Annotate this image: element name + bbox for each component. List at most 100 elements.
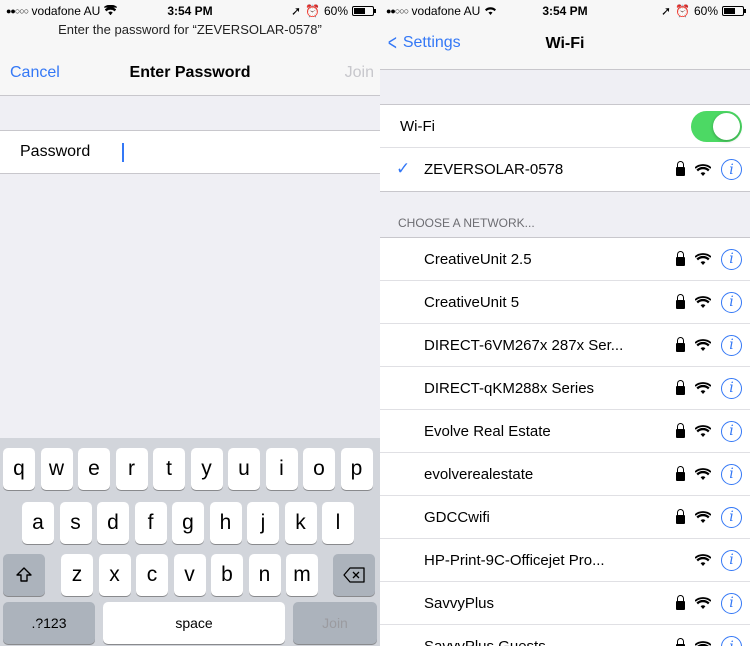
battery-fill [724, 8, 735, 14]
key-f[interactable]: f [134, 502, 167, 544]
key-q[interactable]: q [3, 448, 35, 490]
key-c[interactable]: c [136, 554, 168, 596]
keyboard-row-4: .?123 space Join [0, 602, 380, 644]
battery-percent: 60% [323, 4, 348, 18]
key-n[interactable]: n [248, 554, 281, 596]
info-icon[interactable]: i [721, 159, 742, 180]
key-g[interactable]: g [172, 502, 204, 544]
keyboard-row-1: qwertyuiop [0, 448, 380, 490]
key-l[interactable]: l [322, 502, 354, 544]
key-t[interactable]: t [153, 448, 185, 490]
network-name: GDCCwifi [424, 508, 490, 526]
key-m[interactable]: m [286, 554, 318, 596]
wifi-icon [484, 4, 497, 18]
battery-percent: 60% [693, 4, 718, 18]
carrier-name: vodafone AU [31, 4, 101, 18]
wifi-navbar: < Settings Wi-Fi [380, 22, 750, 70]
info-icon[interactable]: i [721, 291, 742, 313]
wifi-toggle[interactable] [691, 110, 742, 142]
wifi-icon [695, 425, 711, 437]
key-d[interactable]: d [97, 502, 129, 544]
info-icon[interactable]: i [721, 334, 742, 356]
wifi-icon [695, 296, 711, 308]
network-row[interactable]: evolverealestate i [380, 453, 750, 496]
info-icon[interactable]: i [721, 377, 742, 399]
key-x[interactable]: x [98, 554, 131, 596]
key-p[interactable]: p [340, 448, 373, 490]
page-title: Enter Password [129, 64, 251, 81]
network-row[interactable]: GDCCwifi i [380, 496, 750, 539]
info-icon[interactable]: i [721, 463, 742, 485]
key-o[interactable]: o [303, 448, 335, 490]
wifi-label: Wi-Fi [400, 117, 435, 135]
signal-dots-icon: ●●○○○ [6, 6, 29, 16]
key-a[interactable]: a [22, 502, 54, 544]
network-row[interactable]: Evolve Real Estate i [380, 410, 750, 453]
network-name: evolverealestate [424, 465, 534, 483]
wifi-settings-screen: ●●○○○ vodafone AU 3:54 PM ➚ ⏰ 60% < Sett… [380, 0, 750, 646]
info-icon[interactable]: i [721, 248, 742, 270]
wifi-icon [102, 4, 118, 18]
network-name: SavvyPlus Guests [424, 638, 676, 646]
section-header: CHOOSE A NETWORK... [398, 216, 535, 230]
network-row[interactable]: DIRECT-6VM267x 287x Ser... i [380, 324, 750, 367]
join-button[interactable]: Join [345, 64, 374, 82]
key-j[interactable]: j [247, 502, 279, 544]
network-row[interactable]: SavvyPlus Guests i [380, 625, 750, 646]
wifi-icon [695, 468, 711, 480]
shift-key[interactable] [3, 554, 45, 596]
network-row[interactable]: SavvyPlus i [380, 582, 750, 625]
wifi-icon [695, 511, 711, 523]
info-icon[interactable]: i [721, 592, 742, 614]
lock-icon [676, 465, 685, 481]
network-name: HP-Print-9C-Officejet Pro... [424, 551, 605, 569]
backspace-key[interactable] [333, 554, 375, 596]
checkmark-icon: ✓ [396, 159, 411, 178]
key-s[interactable]: s [59, 502, 92, 544]
info-icon[interactable]: i [721, 506, 742, 528]
wifi-icon [695, 597, 711, 609]
keyboard-join-key[interactable]: Join [293, 602, 377, 644]
network-row[interactable]: DIRECT-qKM288x Series i [380, 367, 750, 410]
wifi-icon [695, 640, 711, 646]
numbers-key[interactable]: .?123 [3, 602, 95, 644]
network-name: Evolve Real Estate [424, 422, 551, 440]
page-title: Wi-Fi [545, 35, 585, 52]
network-row[interactable]: CreativeUnit 2.5 i [380, 238, 750, 281]
key-v[interactable]: v [173, 554, 206, 596]
connected-network-row[interactable]: ✓ ZEVERSOLAR-0578 i [380, 148, 750, 191]
network-row[interactable]: HP-Print-9C-Officejet Pro... i [380, 539, 750, 582]
info-icon[interactable]: i [721, 636, 742, 646]
lock-icon [676, 379, 685, 395]
key-u[interactable]: u [228, 448, 260, 490]
network-name: DIRECT-qKM288x Series [424, 379, 595, 397]
wifi-icon [695, 554, 711, 566]
network-name: DIRECT-6VM267x 287x Ser... [424, 336, 624, 354]
wifi-icon [695, 339, 711, 351]
password-navbar: Cancel Enter Password Join [0, 42, 380, 96]
backspace-icon [343, 567, 365, 583]
key-e[interactable]: e [78, 448, 110, 490]
key-i[interactable]: i [265, 448, 298, 490]
keyboard-row-3: zxcvbnm [0, 554, 380, 596]
lock-icon [676, 336, 685, 352]
key-r[interactable]: r [115, 448, 148, 490]
key-b[interactable]: b [211, 554, 243, 596]
key-k[interactable]: k [284, 502, 317, 544]
carrier-name: vodafone AU [411, 4, 481, 18]
password-prompt: Enter the password for “ZEVERSOLAR-0578” [0, 22, 380, 42]
key-y[interactable]: y [190, 448, 223, 490]
battery-icon [352, 6, 376, 16]
space-key[interactable]: space [103, 602, 285, 644]
key-z[interactable]: z [61, 554, 93, 596]
info-icon[interactable]: i [721, 420, 742, 442]
network-name: CreativeUnit 2.5 [424, 250, 532, 268]
network-name: SavvyPlus [424, 594, 495, 612]
network-row[interactable]: CreativeUnit 5 i [380, 281, 750, 324]
password-field[interactable]: Password [0, 130, 380, 174]
key-w[interactable]: w [40, 448, 73, 490]
key-h[interactable]: h [209, 502, 242, 544]
shift-icon [16, 567, 32, 582]
info-icon[interactable]: i [721, 549, 742, 571]
alarm-icon: ⏰ [675, 4, 690, 18]
